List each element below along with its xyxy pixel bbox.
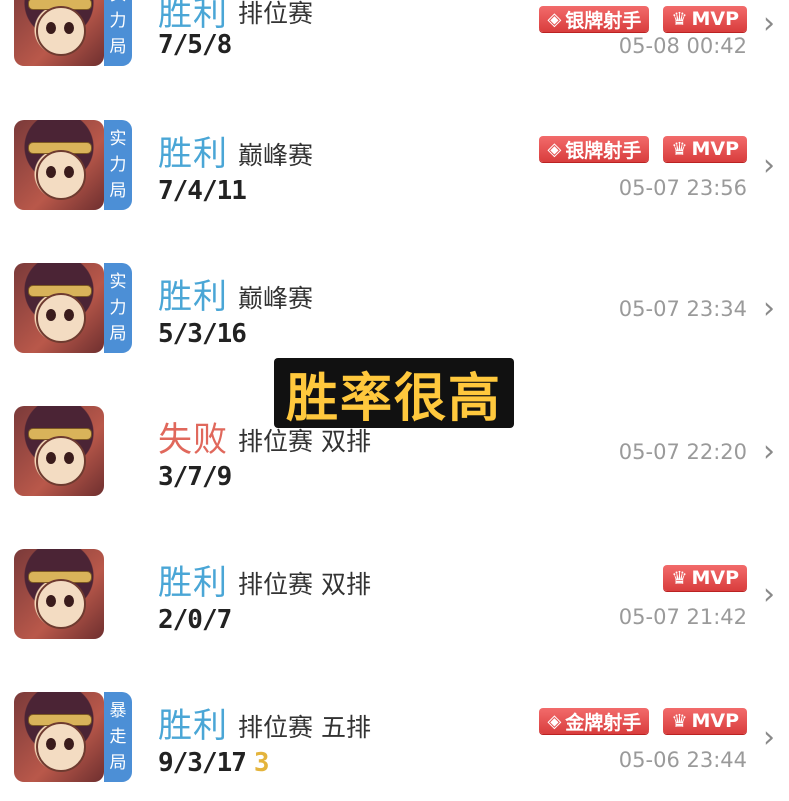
mvp-badge: ♛ MVP <box>663 708 747 734</box>
kda-score: 2/0/7 <box>158 605 232 635</box>
match-mode: 排位赛 双排 <box>238 570 371 599</box>
trophy-icon: ♛ <box>671 8 688 30</box>
chevron-right-icon[interactable]: › <box>763 577 775 612</box>
chevron-right-icon[interactable]: › <box>763 148 775 183</box>
party-type: 双排 <box>320 570 371 599</box>
badge-group: ◈ 金牌射手 ♛ MVP <box>539 708 747 734</box>
trophy-icon: ♛ <box>671 567 688 589</box>
match-type-tag: 实力局 <box>104 263 132 353</box>
chevron-right-icon[interactable]: › <box>763 434 775 469</box>
match-mode: 巅峰赛 <box>238 284 314 313</box>
silver-marksman-badge: ◈ 银牌射手 <box>539 136 650 162</box>
match-result: 失败 <box>158 420 228 460</box>
match-row[interactable]: 暴走局 胜利 排位赛 五排 9/3/17 3 ◈ 金牌射手 ♛ MVP 05-06 2… <box>0 658 789 801</box>
match-time: 05-07 21:42 <box>618 605 747 629</box>
gold-marksman-badge: ◈ 金牌射手 <box>539 708 650 734</box>
hero-avatar <box>14 549 104 639</box>
diamond-icon: ◈ <box>547 138 562 160</box>
party-type: 双排 <box>320 427 371 456</box>
match-time: 05-07 22:20 <box>618 440 747 464</box>
caption-overlay: 胜率很高 <box>274 358 514 429</box>
match-row[interactable]: 胜利 排位赛 双排 2/0/7 ♛ MVP 05-07 21:42 › <box>0 515 789 658</box>
match-time: 05-07 23:34 <box>618 297 747 321</box>
kda-score: 7/4/11 <box>158 176 247 206</box>
silver-marksman-badge: ◈ 银牌射手 <box>539 6 650 32</box>
kda-score: 3/7/9 <box>158 462 232 492</box>
hero-avatar <box>14 406 104 496</box>
match-time: 05-08 00:42 <box>618 34 747 58</box>
match-result: 胜利 <box>158 563 228 603</box>
badge-group: ◈ 银牌射手 ♛ MVP <box>539 136 747 162</box>
match-time: 05-07 23:56 <box>618 176 747 200</box>
mvp-badge: ♛ MVP <box>663 6 747 32</box>
badge-group: ◈ 银牌射手 ♛ MVP <box>539 6 747 32</box>
match-mode: 排位赛 <box>238 0 314 28</box>
hero-avatar <box>14 0 104 66</box>
diamond-icon: ◈ <box>547 710 562 732</box>
match-type-tag: 实力局 <box>104 120 132 210</box>
match-row[interactable]: 实力局 胜利 排位赛 7/5/8 ◈银牌射手 ♛MVP 05-08 00:42 … <box>0 0 789 85</box>
match-type-tag: 暴走局 <box>104 692 132 782</box>
hero-avatar <box>14 263 104 353</box>
trophy-icon: ♛ <box>671 710 688 732</box>
match-mode: 巅峰赛 <box>238 141 314 170</box>
match-type-tag: 实力局 <box>104 0 132 66</box>
match-result: 胜利 <box>158 277 228 317</box>
badge-group: ♛ MVP <box>663 565 747 591</box>
hero-avatar <box>14 120 104 210</box>
diamond-icon: ◈ <box>547 8 562 30</box>
match-result: 胜利 <box>158 706 228 746</box>
trophy-icon: ♛ <box>671 138 688 160</box>
streak-count: 3 <box>253 748 270 778</box>
party-type: 五排 <box>320 713 371 742</box>
chevron-right-icon[interactable]: › <box>763 6 775 41</box>
match-time: 05-06 23:44 <box>618 748 747 772</box>
chevron-right-icon[interactable]: › <box>763 291 775 326</box>
match-result: 胜利 <box>158 134 228 174</box>
match-mode: 排位赛 五排 <box>238 713 371 742</box>
hero-avatar <box>14 692 104 782</box>
kda-score: 9/3/17 3 <box>158 748 270 778</box>
kda-score: 7/5/8 <box>158 30 232 60</box>
chevron-right-icon[interactable]: › <box>763 720 775 755</box>
match-row[interactable]: 实力局 胜利 巅峰赛 5/3/16 05-07 23:34 › <box>0 229 789 372</box>
kda-score: 5/3/16 <box>158 319 247 349</box>
mvp-badge: ♛ MVP <box>663 565 747 591</box>
match-row[interactable]: 实力局 胜利 巅峰赛 7/4/11 ◈ 银牌射手 ♛ MVP 05-07 23:56… <box>0 86 789 229</box>
mvp-badge: ♛ MVP <box>663 136 747 162</box>
